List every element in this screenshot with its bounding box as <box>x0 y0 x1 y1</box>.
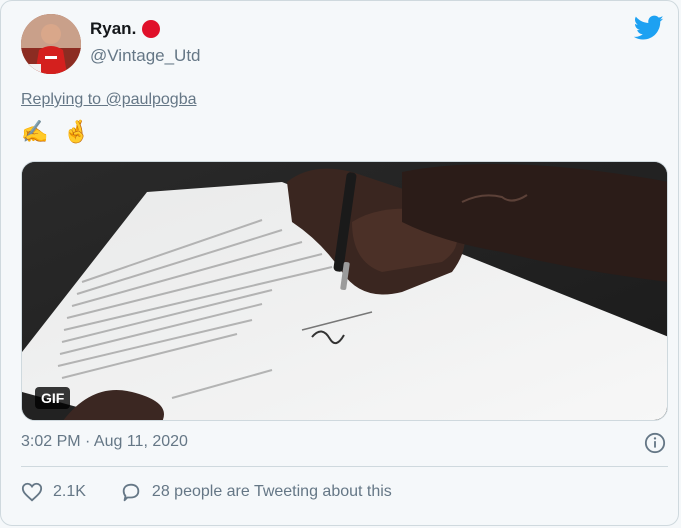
like-button[interactable]: 2.1K <box>21 481 86 503</box>
replying-to[interactable]: Replying to @paulpogba <box>21 91 196 109</box>
gif-media[interactable]: GIF <box>21 161 668 421</box>
author-name[interactable]: Ryan. <box>90 19 136 39</box>
red-circle-emoji <box>142 20 161 38</box>
heart-icon <box>21 482 43 502</box>
tweet-card: Ryan. @Vintage_Utd Replying to @paulpogb… <box>0 0 679 526</box>
twitter-bird-icon[interactable] <box>634 15 664 41</box>
reply-target-link[interactable]: @paulpogba <box>106 91 197 108</box>
info-icon[interactable] <box>644 432 666 454</box>
comment-bubble-icon <box>122 483 140 502</box>
author-name-row[interactable]: Ryan. <box>90 19 161 39</box>
gif-still-image <box>22 162 667 420</box>
tweet-text: ✍️ 🤞 <box>21 119 94 144</box>
author-handle[interactable]: @Vintage_Utd <box>90 46 201 66</box>
gif-badge: GIF <box>35 387 71 409</box>
conversation-button[interactable]: 28 people are Tweeting about this <box>120 481 392 503</box>
conversation-text: 28 people are Tweeting about this <box>151 483 392 500</box>
like-count: 2.1K <box>53 483 86 500</box>
avatar-image <box>21 14 81 74</box>
tweet-actions: 2.1K 28 people are Tweeting about this <box>21 481 392 503</box>
avatar[interactable] <box>21 14 81 74</box>
tweet-timestamp[interactable]: 3:02 PM · Aug 11, 2020 <box>21 433 188 451</box>
divider <box>21 466 668 467</box>
replying-to-prefix: Replying to <box>21 91 102 108</box>
